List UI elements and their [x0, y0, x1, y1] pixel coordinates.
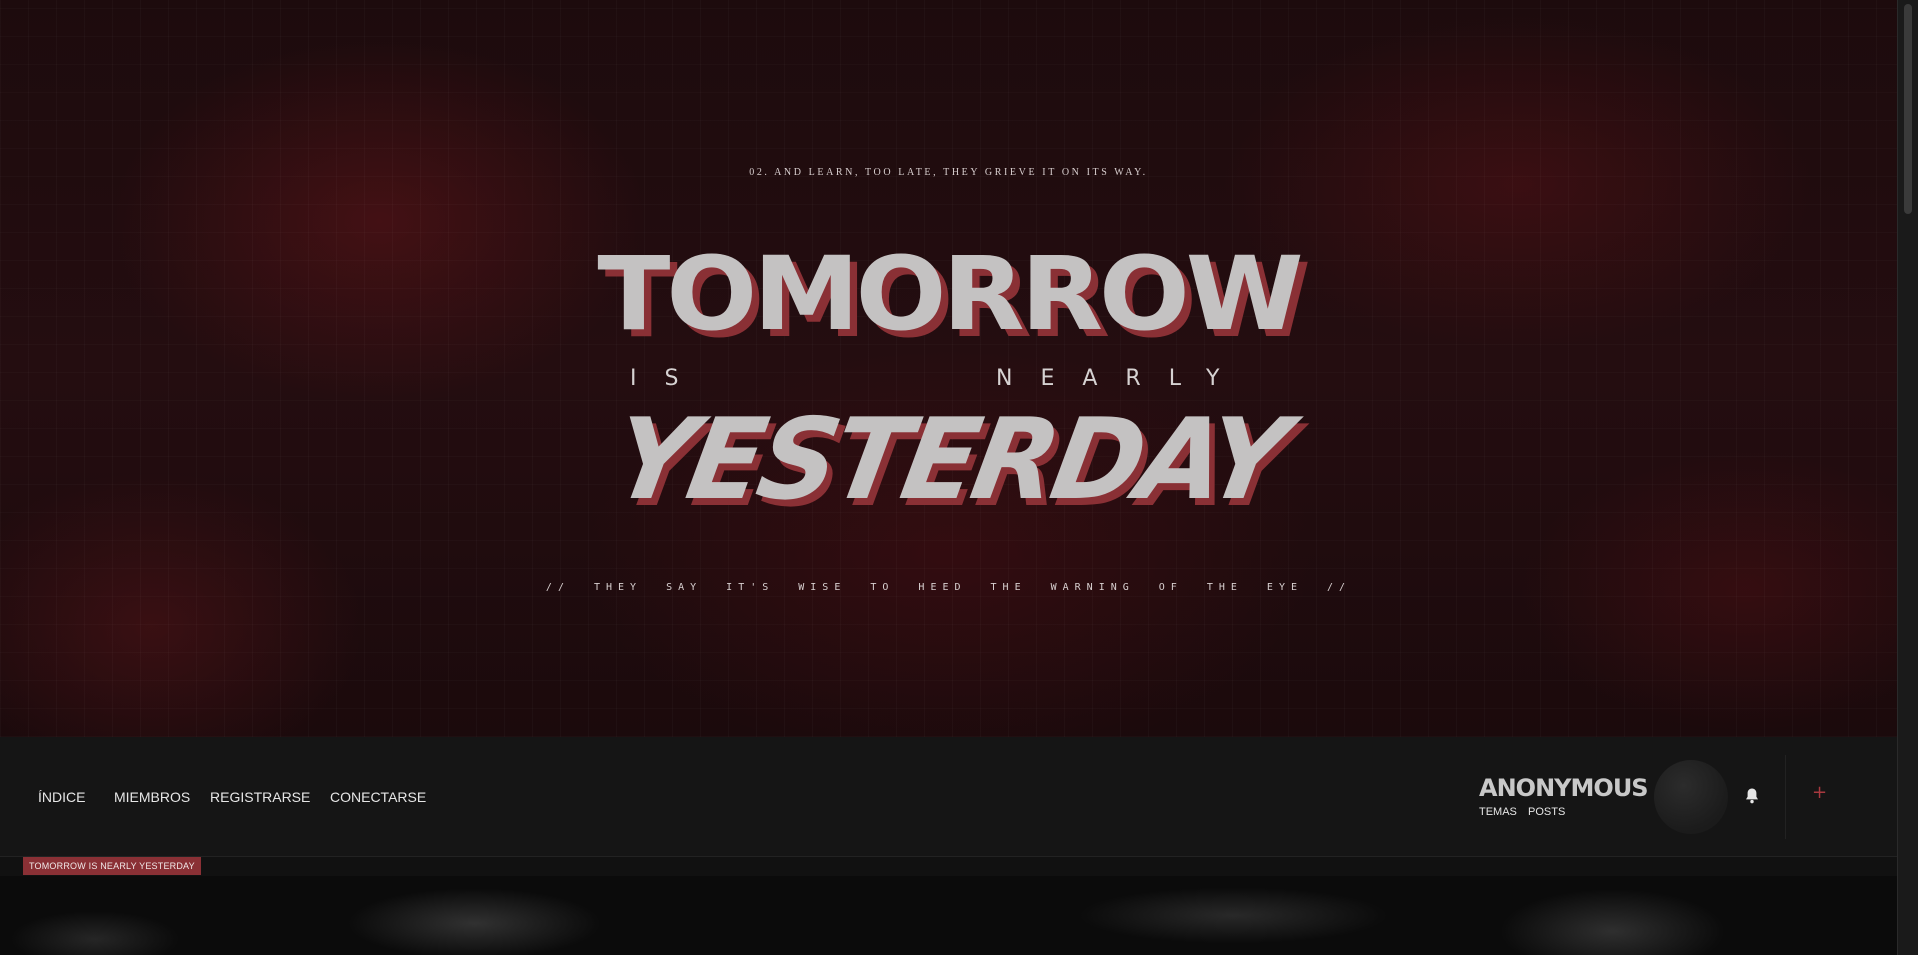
hero-tagline: // THEY SAY IT'S WISE TO HEED THE WARNIN…: [545, 582, 1352, 593]
nav-item-miembros[interactable]: MIEMBROS: [114, 789, 190, 805]
hero-grid-overlay: [0, 0, 1897, 737]
avatar[interactable]: [1654, 760, 1728, 834]
nav-item-conectarse[interactable]: CONECTARSE: [330, 789, 426, 805]
scrollbar[interactable]: [1897, 0, 1918, 955]
main-navbar: ÍNDICE MIEMBROS REGISTRARSE CONECTARSE A…: [0, 737, 1897, 857]
breadcrumb-badge[interactable]: TOMORROW IS NEARLY YESTERDAY: [23, 857, 201, 875]
bell-icon[interactable]: [1744, 787, 1760, 805]
plus-icon[interactable]: +: [1812, 782, 1827, 803]
hero-banner: 02. AND LEARN, TOO LATE, THEY GRIEVE IT …: [0, 0, 1897, 737]
nav-item-registrarse[interactable]: REGISTRARSE: [210, 789, 310, 805]
hero-title-tomorrow: TOMORROW: [597, 235, 1303, 354]
breadcrumb: TOMORROW IS NEARLY YESTERDAY: [0, 857, 1897, 876]
user-link-posts[interactable]: POSTS: [1528, 806, 1565, 818]
user-name[interactable]: ANONYMOUS: [1479, 774, 1649, 802]
scrollbar-thumb[interactable]: [1904, 4, 1912, 214]
hero-title-yesterday: YESTERDAY: [603, 395, 1294, 525]
nav-divider: [1785, 755, 1786, 839]
nav-item-indice[interactable]: ÍNDICE: [38, 789, 85, 805]
user-link-temas[interactable]: TEMAS: [1479, 806, 1517, 818]
hero-middle-nearly: NEARLY: [996, 366, 1248, 391]
hero-middle-is: IS: [630, 366, 707, 391]
content-texture: [0, 876, 1897, 955]
hero-kicker: 02. AND LEARN, TOO LATE, THEY GRIEVE IT …: [749, 167, 1148, 178]
